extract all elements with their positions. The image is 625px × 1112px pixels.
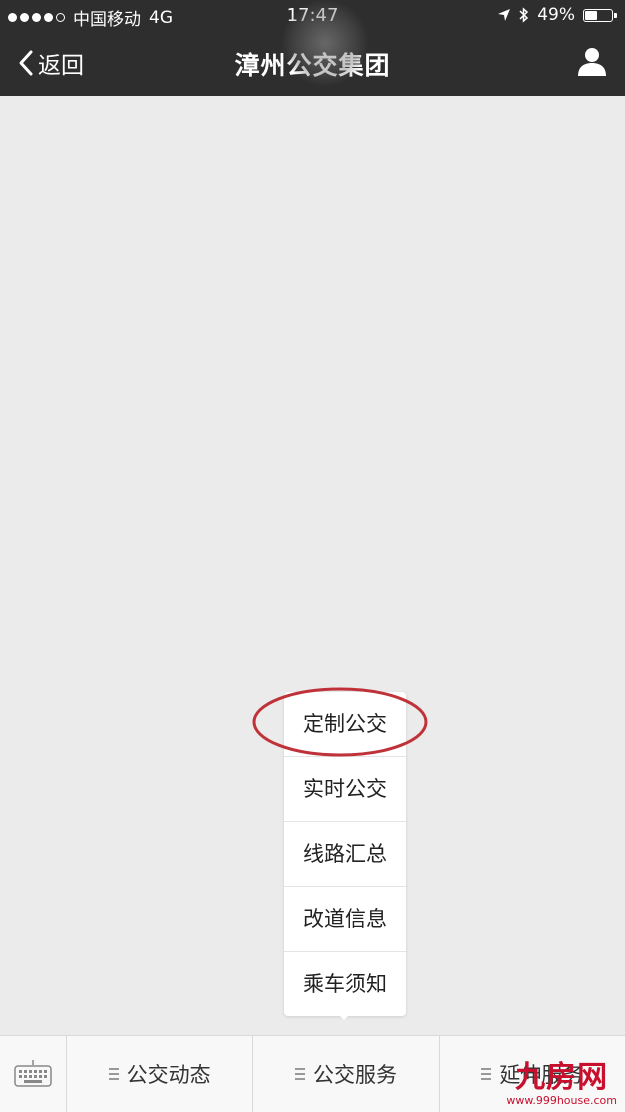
battery-icon [583, 8, 617, 22]
profile-button[interactable] [575, 44, 609, 78]
submenu-item-realtime-bus[interactable]: 实时公交 [284, 757, 406, 822]
page-title: 漳州公交集团 [234, 51, 391, 80]
submenu-item-route-summary[interactable]: 线路汇总 [284, 822, 406, 887]
submenu-item-detour-info[interactable]: 改道信息 [284, 887, 406, 952]
menu-lines-icon [481, 1068, 492, 1080]
menu-tab-bus-news[interactable]: 公交动态 [67, 1036, 254, 1112]
bluetooth-icon [519, 7, 529, 23]
bottom-menu-bar: 公交动态 公交服务 延伸服务 [0, 1035, 625, 1112]
submenu-pointer [336, 1012, 352, 1020]
menu-tab-label: 公交动态 [126, 1063, 211, 1087]
status-bar: 中国移动 4G 17:47 49% [0, 0, 625, 30]
status-right: 49% [497, 5, 617, 25]
menu-tab-extended-service[interactable]: 延伸服务 [440, 1036, 625, 1112]
header: 中国移动 4G 17:47 49% 返回 漳州公交集团 [0, 0, 625, 96]
nav-bar: 返回 漳州公交集团 [0, 30, 625, 96]
keyboard-toggle-button[interactable] [0, 1036, 67, 1112]
submenu-item-custom-bus[interactable]: 定制公交 [284, 692, 406, 757]
battery-percent: 49% [537, 5, 575, 25]
menu-tab-label: 公交服务 [312, 1063, 397, 1087]
location-arrow-icon [498, 9, 511, 21]
submenu-item-riding-notice[interactable]: 乘车须知 [284, 952, 406, 1016]
battery-fill [585, 10, 598, 20]
keyboard-icon [14, 1060, 52, 1087]
menu-tab-bus-service[interactable]: 公交服务 [253, 1036, 440, 1112]
submenu-popup: 定制公交 实时公交 线路汇总 改道信息 乘车须知 [284, 692, 406, 1016]
menu-tab-label: 延伸服务 [499, 1063, 584, 1087]
menu-lines-icon [108, 1068, 119, 1080]
menu-lines-icon [294, 1068, 305, 1080]
user-icon [578, 48, 606, 76]
